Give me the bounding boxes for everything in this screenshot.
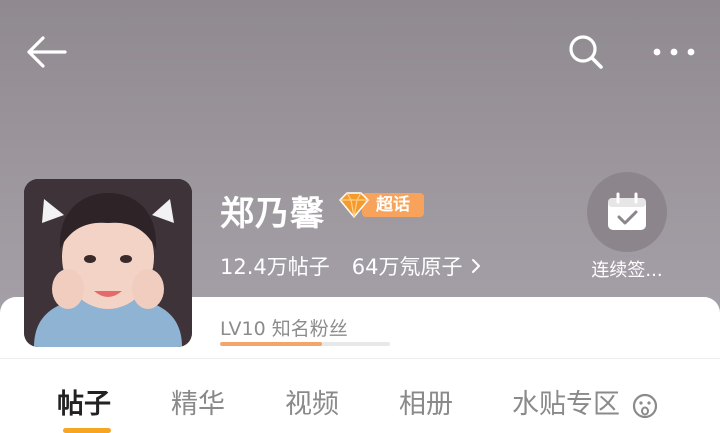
search-button[interactable]	[562, 30, 610, 74]
posts-stat[interactable]: 12.4万 帖子	[220, 251, 330, 281]
atoms-unit: 氖原子	[399, 255, 463, 279]
search-icon	[569, 35, 603, 69]
tab-casual-zone-label: 水贴专区	[512, 389, 620, 420]
avatar[interactable]	[24, 179, 192, 347]
tab-albums[interactable]: 相册	[399, 382, 453, 421]
diamond-icon	[338, 192, 370, 219]
posts-unit: 帖子	[287, 255, 330, 279]
avatar-image	[24, 179, 192, 347]
checkin-circle	[587, 172, 667, 252]
top-bar	[0, 0, 720, 105]
checkin-label: 连续签...	[591, 260, 663, 281]
tab-posts[interactable]: 帖子	[57, 382, 111, 421]
tab-featured[interactable]: 精华	[171, 382, 225, 421]
more-button[interactable]	[648, 30, 700, 74]
profile-stats: 12.4万 帖子 64万 氖原子	[220, 252, 503, 280]
tab-casual-zone[interactable]: 水贴专区	[512, 382, 659, 421]
calendar-check-icon	[608, 192, 646, 230]
profile-name: 郑乃馨	[220, 194, 325, 234]
active-tab-indicator	[63, 428, 111, 433]
chevron-right-icon	[471, 259, 480, 273]
content-tabs: 帖子 精华 视频 相册 水贴专区	[0, 372, 720, 433]
fan-level-label: LV10 知名粉丝	[220, 318, 348, 340]
checkin-button[interactable]: 连续签...	[584, 172, 670, 282]
fan-level-progress	[220, 342, 390, 346]
arrow-left-icon	[27, 36, 67, 68]
super-topic-badge[interactable]: 超话	[336, 191, 424, 219]
atoms-stat[interactable]: 64万 氖原子	[352, 251, 481, 281]
back-button[interactable]	[22, 30, 70, 74]
atoms-count: 64万	[351, 255, 400, 279]
tabs-divider	[0, 358, 720, 359]
more-horizontal-icon	[653, 48, 695, 56]
fan-level-progress-fill	[220, 342, 322, 346]
posts-count: 12.4万	[220, 255, 288, 279]
surprised-face-icon	[632, 393, 657, 418]
tab-videos[interactable]: 视频	[285, 382, 339, 421]
